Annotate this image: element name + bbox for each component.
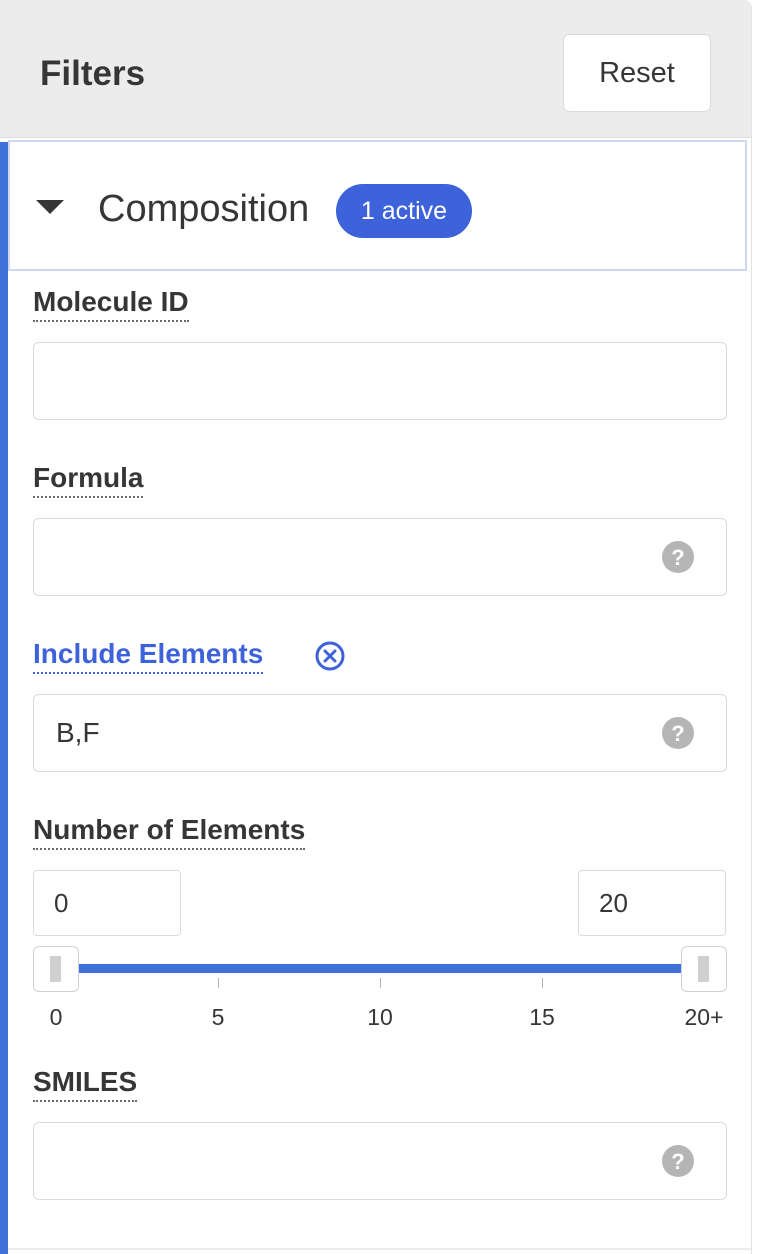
filters-header: Filters Reset xyxy=(0,0,751,138)
svg-text:?: ? xyxy=(671,1149,684,1174)
grip-icon xyxy=(698,956,709,982)
number-of-elements-label: Number of Elements xyxy=(33,813,306,850)
slider-tick xyxy=(218,978,219,988)
slider-tick-label: 10 xyxy=(367,1004,393,1030)
filters-title: Filters xyxy=(40,54,146,93)
active-count-badge: 1 active xyxy=(336,184,472,238)
formula-label: Formula xyxy=(33,461,144,498)
slider-tick-label: 5 xyxy=(211,1004,225,1030)
include-elements-value: B,F xyxy=(56,717,100,748)
smiles-input[interactable]: ? xyxy=(33,1122,727,1200)
include-elements-input[interactable]: B,F ? xyxy=(33,694,727,772)
molecule-id-input[interactable] xyxy=(33,342,727,420)
svg-text:?: ? xyxy=(671,545,684,570)
slider-tick xyxy=(380,978,381,988)
question-circle-icon[interactable]: ? xyxy=(662,717,694,749)
slider-max-handle[interactable] xyxy=(681,946,727,992)
min-elements-input[interactable]: 0 xyxy=(33,870,181,936)
filters-panel: Filters Reset Composition 1 active Molec… xyxy=(0,0,752,1254)
slider-tick-label: 0 xyxy=(49,1004,63,1030)
group-title: Composition xyxy=(98,188,310,230)
slider-min-handle[interactable] xyxy=(33,946,79,992)
question-circle-icon[interactable]: ? xyxy=(662,1145,694,1177)
svg-text:?: ? xyxy=(671,721,684,746)
divider xyxy=(8,1248,751,1250)
slider-tick-label: 15 xyxy=(529,1004,555,1030)
slider-tick xyxy=(542,978,543,988)
caret-down-icon xyxy=(36,200,64,214)
times-circle-icon[interactable] xyxy=(314,640,346,672)
slider-tick-label: 20+ xyxy=(684,1004,724,1030)
question-circle-icon[interactable]: ? xyxy=(662,541,694,573)
reset-button[interactable]: Reset xyxy=(563,34,711,112)
include-elements-label: Include Elements xyxy=(33,637,264,674)
grip-icon xyxy=(50,956,61,982)
formula-input[interactable]: ? xyxy=(33,518,727,596)
max-elements-input[interactable]: 20 xyxy=(578,870,726,936)
smiles-label: SMILES xyxy=(33,1065,138,1102)
composition-group-toggle[interactable]: Composition 1 active xyxy=(8,140,747,271)
active-group-indicator xyxy=(0,142,8,1254)
molecule-id-label: Molecule ID xyxy=(33,285,189,322)
range-slider-track[interactable] xyxy=(56,964,704,973)
